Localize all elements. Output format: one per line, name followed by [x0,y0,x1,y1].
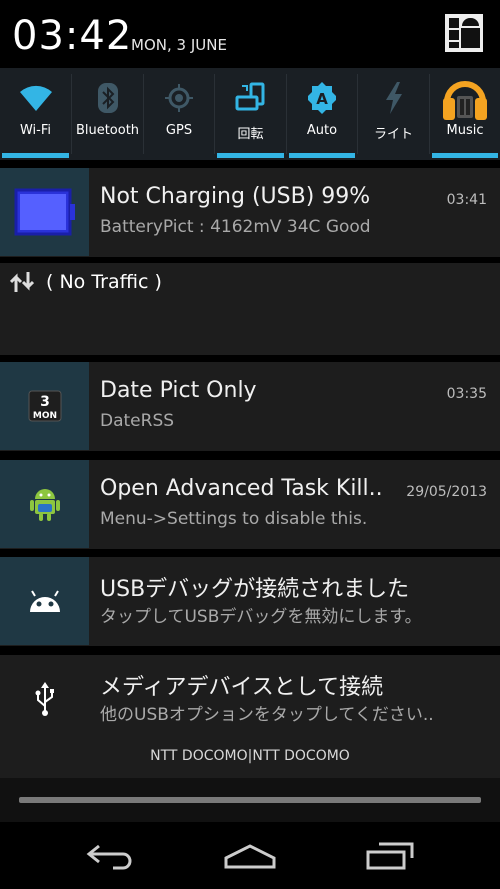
notification-time: 29/05/2013 [406,484,487,500]
rotation-icon [215,80,286,116]
android-debug-icon [0,557,89,645]
notification-title: Open Advanced Task Kill.. [100,476,383,501]
user-settings-icon[interactable] [445,14,483,52]
navigation-bar [0,822,500,889]
notification-title: Date Pict Only [100,378,257,403]
battery-icon [0,168,89,256]
qs-tile-music[interactable]: Music [430,68,500,160]
notification-time: 03:35 [446,386,487,402]
qs-tile-wifi[interactable]: Wi-Fi [0,68,71,160]
qs-label: 回転 [237,127,264,142]
home-icon[interactable] [220,836,280,876]
calendar-day: 3 [40,394,50,410]
qs-label: Auto [306,123,338,138]
qs-indicator [2,153,69,158]
qs-label: Bluetooth [75,123,140,138]
drag-handle[interactable] [19,797,481,803]
notification-time: 03:41 [446,192,487,208]
bluetooth-icon [72,80,143,116]
notification-datepict[interactable]: 3 MON Date Pict Only DateRSS 03:35 [0,362,500,451]
traffic-text: ( No Traffic ) [46,271,162,293]
qs-tile-gps[interactable]: GPS [144,68,214,160]
qs-label: GPS [165,123,193,138]
notification-title: USBデバッグが接続されました [100,577,410,602]
clock[interactable]: 03:42 [12,12,132,60]
carrier-label: NTT DOCOMO|NTT DOCOMO [0,744,500,778]
notification-battery[interactable]: Not Charging (USB) 99% BatteryPict : 416… [0,168,500,257]
traffic-notification[interactable]: ( No Traffic ) [0,263,500,355]
shade-handle-area[interactable] [0,778,500,822]
data-arrows-icon [9,271,35,297]
qs-indicator [217,153,284,158]
qs-indicator [432,153,498,158]
notification-usb-debug[interactable]: USBデバッグが接続されました タップしてUSBデバッグを無効にします。 [0,557,500,646]
notification-media-device[interactable]: メディアデバイスとして接続 他のUSBオプションをタップしてください.. [0,655,500,744]
notification-text: タップしてUSBデバッグを無効にします。 [100,607,422,627]
gps-icon [144,80,214,116]
notification-taskkiller[interactable]: Open Advanced Task Kill.. Menu->Settings… [0,460,500,549]
calendar-date-icon: 3 MON [0,362,89,450]
quick-settings-row: Wi-Fi Bluetooth GPS 回転 A Auto ライト Music [0,68,500,160]
qs-tile-flashlight[interactable]: ライト [358,68,429,160]
svg-text:A: A [316,90,328,108]
qs-indicator [289,153,355,158]
qs-tile-bluetooth[interactable]: Bluetooth [72,68,143,160]
usb-icon [0,655,89,743]
notification-text: Menu->Settings to disable this. [100,509,368,529]
wifi-icon [0,80,71,116]
music-headphones-icon [430,72,500,122]
qs-label: ライト [373,127,413,142]
qs-tile-brightness[interactable]: A Auto [287,68,357,160]
qs-label: Wi-Fi [19,123,51,138]
qs-tile-rotation[interactable]: 回転 [215,68,286,160]
notification-title: Not Charging (USB) 99% [100,184,371,209]
notification-text: 他のUSBオプションをタップしてください.. [100,705,434,725]
calendar-weekday: MON [32,411,56,421]
notification-title: メディアデバイスとして接続 [100,675,384,700]
back-icon[interactable] [80,836,140,876]
android-robot-icon [0,460,89,548]
date[interactable]: MON, 3 JUNE [131,36,227,54]
notification-text: BatteryPict : 4162mV 34C Good [100,217,371,237]
brightness-auto-icon: A [287,80,357,116]
recents-icon[interactable] [360,836,420,876]
notification-text: DateRSS [100,411,175,431]
qs-label: Music [446,123,484,138]
flashlight-icon [358,80,429,116]
status-header: 03:42 MON, 3 JUNE [0,0,500,68]
